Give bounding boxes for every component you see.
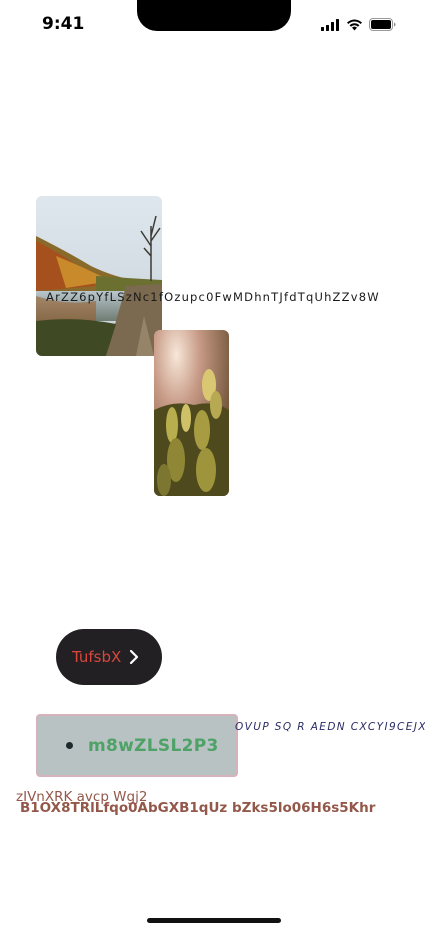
chevron-right-icon [130,649,139,665]
field-value: m8wZLSL2P3 [88,735,219,756]
italic-caption: OVUP SQ R AEDN CXCYI9CEJXW [235,721,425,733]
pill-button-label: TufsbX [72,648,122,666]
cactus-sunset-photo [154,330,229,496]
home-indicator[interactable] [147,918,281,923]
lake-autumn-photo [36,196,162,356]
battery-icon [369,18,396,31]
status-time: 9:41 [42,14,85,34]
status-icons [321,18,396,31]
pill-button[interactable]: TufsbX [56,629,162,685]
camera-notch [137,0,291,31]
cellular-signal-icon [321,18,339,31]
overlay-text: ArZZ6pYfLSzNc1fOzupc0FwMDhnTJfdTqUhZZv8W [46,290,380,304]
wifi-icon [347,19,362,30]
brown-text-line-2: B1OX8TRlLfqo0AbGXB1qUz bZks5lo06H6s5Khr [20,800,376,816]
bullet-dot-icon [66,742,73,749]
value-field[interactable]: m8wZLSL2P3 [36,714,238,777]
status-bar: 9:41 [0,0,428,50]
